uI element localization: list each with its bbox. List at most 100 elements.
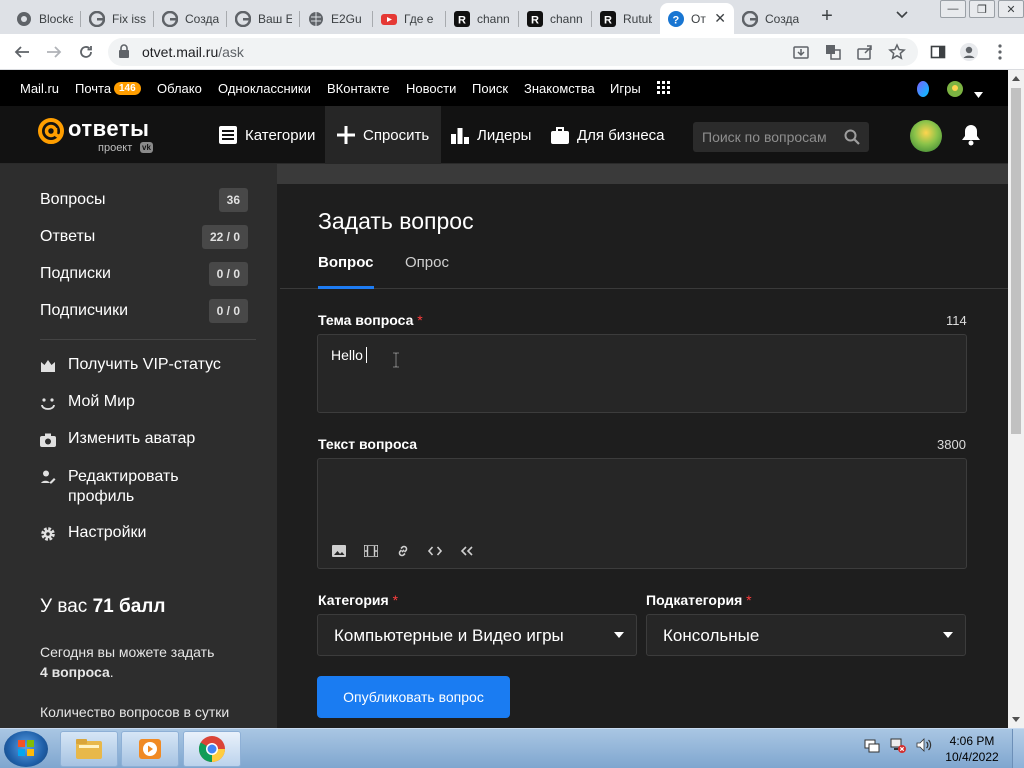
scroll-up-icon[interactable] <box>1012 76 1020 81</box>
portal-link-search[interactable]: Поиск <box>472 81 508 96</box>
category-label: Категория * <box>318 592 399 608</box>
sidebar-action-avatar[interactable]: Изменить аватар <box>40 430 195 448</box>
code-icon[interactable] <box>426 542 444 560</box>
portal-link-games[interactable]: Игры <box>610 81 641 96</box>
profile-icon <box>960 43 978 61</box>
sidebar-action-mymir[interactable]: Мой Мир <box>40 393 135 411</box>
address-bar[interactable]: otvet.mail.ru/ask <box>108 38 918 66</box>
portal-link-mail[interactable]: Почта <box>75 81 111 96</box>
portal-link-ok[interactable]: Одноклассники <box>218 81 311 96</box>
page-scrollbar[interactable] <box>1008 70 1024 728</box>
taskbar-clock[interactable]: 4:06 PM 10/4/2022 <box>944 733 1000 765</box>
install-app-icon[interactable] <box>792 43 810 61</box>
network-icon[interactable] <box>890 737 906 758</box>
forward-button[interactable] <box>42 40 66 64</box>
avatar[interactable] <box>910 120 942 152</box>
tab-search-chevron-icon[interactable] <box>896 8 908 22</box>
portal-link-cloud[interactable]: Облако <box>157 81 202 96</box>
tab-poll[interactable]: Опрос <box>405 254 449 271</box>
mymir-icon <box>40 393 56 411</box>
tab-question[interactable]: Вопрос <box>318 254 374 271</box>
chrome-icon <box>198 736 225 763</box>
browser-menu-button[interactable] <box>988 40 1012 64</box>
sidebar-action-vip[interactable]: Получить VIP-статус <box>40 356 221 374</box>
browser-tab[interactable]: Fix iss <box>81 3 154 34</box>
show-desktop-button[interactable] <box>1012 729 1024 768</box>
sidebar-action-edit-profile[interactable]: Редактировать профиль <box>40 467 179 507</box>
side-panel-icon <box>930 45 946 59</box>
start-button[interactable] <box>4 731 48 767</box>
browser-tab[interactable]: R Rutub <box>592 3 660 34</box>
close-tab-icon[interactable]: ✕ <box>714 10 726 27</box>
user-avatar-small[interactable] <box>946 80 964 103</box>
share-icon[interactable] <box>856 43 874 61</box>
category-select[interactable]: Компьютерные и Видео игры <box>317 614 637 656</box>
browser-tab-active[interactable]: ? От ✕ <box>660 3 734 34</box>
translate-icon[interactable] <box>824 43 842 61</box>
otvet-icon: ? <box>668 10 684 27</box>
marusia-icon[interactable] <box>914 80 932 103</box>
lock-icon <box>118 44 130 63</box>
bookmark-star-icon[interactable] <box>888 43 906 61</box>
action-center-icon[interactable] <box>864 737 880 758</box>
profile-button[interactable] <box>957 40 981 64</box>
link-icon[interactable] <box>394 542 412 560</box>
apps-grid-icon[interactable] <box>657 81 671 95</box>
sidebar-item-answers[interactable]: Ответы 22 / 0 <box>40 225 248 249</box>
nav-business[interactable]: Для бизнеса <box>551 106 665 164</box>
nav-ask[interactable]: Спросить <box>325 106 442 164</box>
search-icon[interactable] <box>844 129 860 150</box>
chevron-down-icon[interactable] <box>974 85 983 103</box>
portal-link-vk[interactable]: ВКонтакте <box>327 81 390 96</box>
portal-link-mailru[interactable]: Mail.ru <box>20 81 59 96</box>
sidebar-item-questions[interactable]: Вопросы 36 <box>40 188 248 212</box>
nav-leaders[interactable]: Лидеры <box>451 106 531 164</box>
video-icon[interactable] <box>362 542 380 560</box>
browser-tab[interactable]: R chann <box>446 3 519 34</box>
browser-tab[interactable]: Созда <box>154 3 227 34</box>
gear-icon <box>40 524 56 542</box>
portal-link-news[interactable]: Новости <box>406 81 456 96</box>
subcategory-select[interactable]: Консольные <box>646 614 966 656</box>
browser-tab[interactable]: Созда <box>734 3 807 34</box>
browser-tab[interactable]: Где е <box>373 3 446 34</box>
sidebar-item-subscriptions[interactable]: Подписки 0 / 0 <box>40 262 248 286</box>
taskbar-chrome[interactable] <box>183 731 241 767</box>
browser-tab[interactable]: Ваш Е <box>227 3 300 34</box>
reload-button[interactable] <box>74 40 98 64</box>
taskbar-explorer[interactable] <box>60 731 118 767</box>
portal-link-dating[interactable]: Знакомства <box>524 81 595 96</box>
sidebar-item-subscribers[interactable]: Подписчики 0 / 0 <box>40 299 248 323</box>
restore-button[interactable]: ❐ <box>969 0 995 18</box>
browser-tab[interactable]: R chann <box>519 3 592 34</box>
google-icon <box>235 10 251 27</box>
back-arrow-icon <box>14 46 29 58</box>
image-icon[interactable] <box>330 542 348 560</box>
windows-taskbar: 4:06 PM 10/4/2022 <box>0 728 1024 768</box>
text-char-counter: 3800 <box>937 437 966 452</box>
taskbar-media-player[interactable] <box>121 731 179 767</box>
search-input[interactable] <box>693 122 839 152</box>
side-panel-button[interactable] <box>926 40 950 64</box>
volume-icon[interactable] <box>916 737 932 758</box>
count-badge: 0 / 0 <box>208 299 248 323</box>
browser-tab[interactable]: Blocke <box>8 3 81 34</box>
bar-chart-icon <box>451 126 469 144</box>
minimize-button[interactable]: — <box>940 0 966 18</box>
new-tab-button[interactable]: + <box>816 6 838 28</box>
bell-icon[interactable] <box>961 124 981 151</box>
publish-question-button[interactable]: Опубликовать вопрос <box>317 676 510 718</box>
browser-tab[interactable]: E2Gu <box>300 3 373 34</box>
topic-input[interactable]: Hello <box>317 334 967 413</box>
scroll-down-icon[interactable] <box>1012 717 1020 722</box>
mail-unread-badge: 146 <box>114 82 141 95</box>
nav-categories[interactable]: Категории <box>219 106 315 164</box>
scroll-thumb[interactable] <box>1011 88 1021 434</box>
question-text-editor[interactable] <box>317 458 967 569</box>
back-button[interactable] <box>10 40 34 64</box>
close-window-button[interactable]: ✕ <box>998 0 1024 18</box>
sidebar-action-settings[interactable]: Настройки <box>40 524 146 542</box>
windows-logo-icon <box>18 740 34 756</box>
quote-icon[interactable] <box>458 542 476 560</box>
dropdown-arrow-icon <box>614 632 624 638</box>
